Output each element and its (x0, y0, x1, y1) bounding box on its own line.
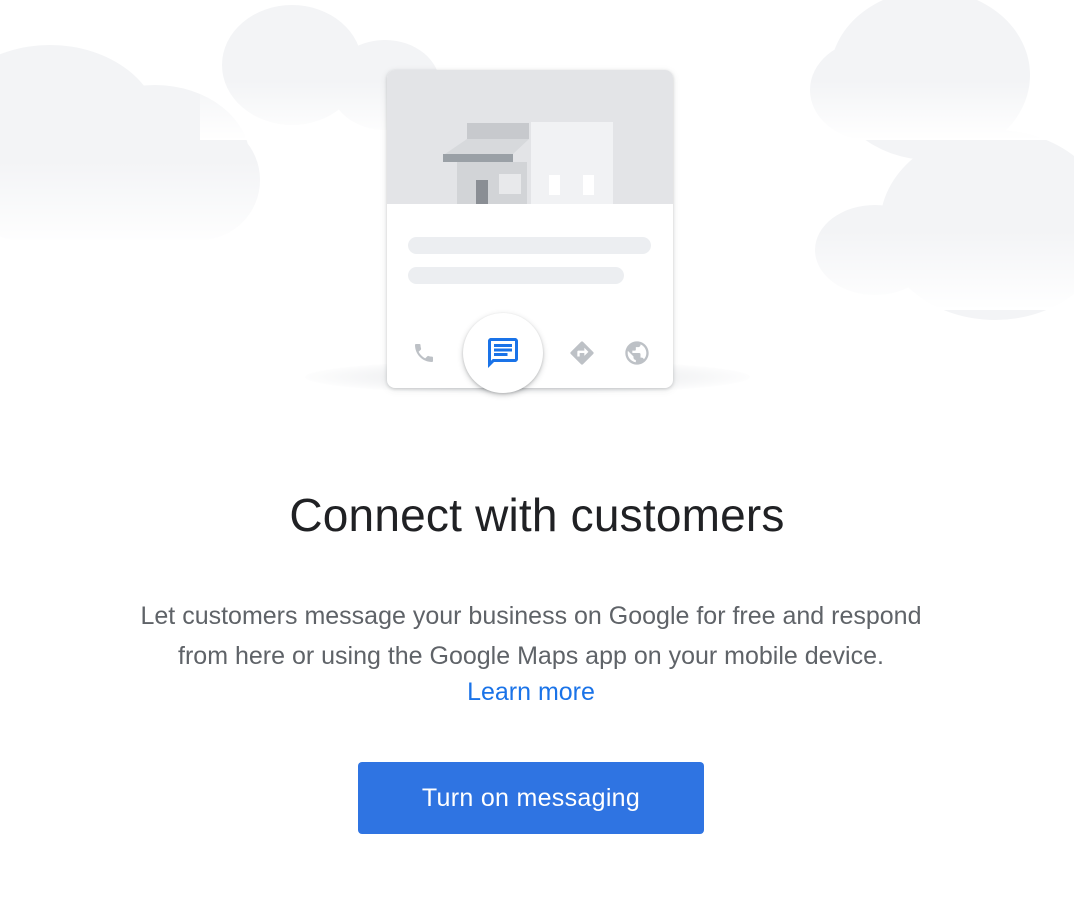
learn-more-link[interactable]: Learn more (0, 678, 1062, 707)
business-card-illustration (300, 60, 760, 410)
phone-icon (411, 340, 437, 366)
directions-icon (568, 339, 596, 367)
turn-on-messaging-button[interactable]: Turn on messaging (358, 762, 704, 834)
message-action-button (463, 313, 543, 393)
description-line: Let customers message your business on G… (140, 602, 922, 630)
storefront-image (387, 70, 673, 204)
description-text: Let customers message your business on G… (80, 596, 982, 676)
description-line: from here or using the Google Maps app o… (178, 642, 884, 670)
placeholder-line (408, 237, 651, 254)
website-icon (623, 339, 651, 367)
page-title: Connect with customers (289, 489, 785, 541)
storefront-icon (443, 122, 613, 204)
messaging-onboarding-page: Connect with customers Let customers mes… (0, 0, 1074, 912)
message-icon (488, 338, 518, 368)
placeholder-line (408, 267, 624, 284)
